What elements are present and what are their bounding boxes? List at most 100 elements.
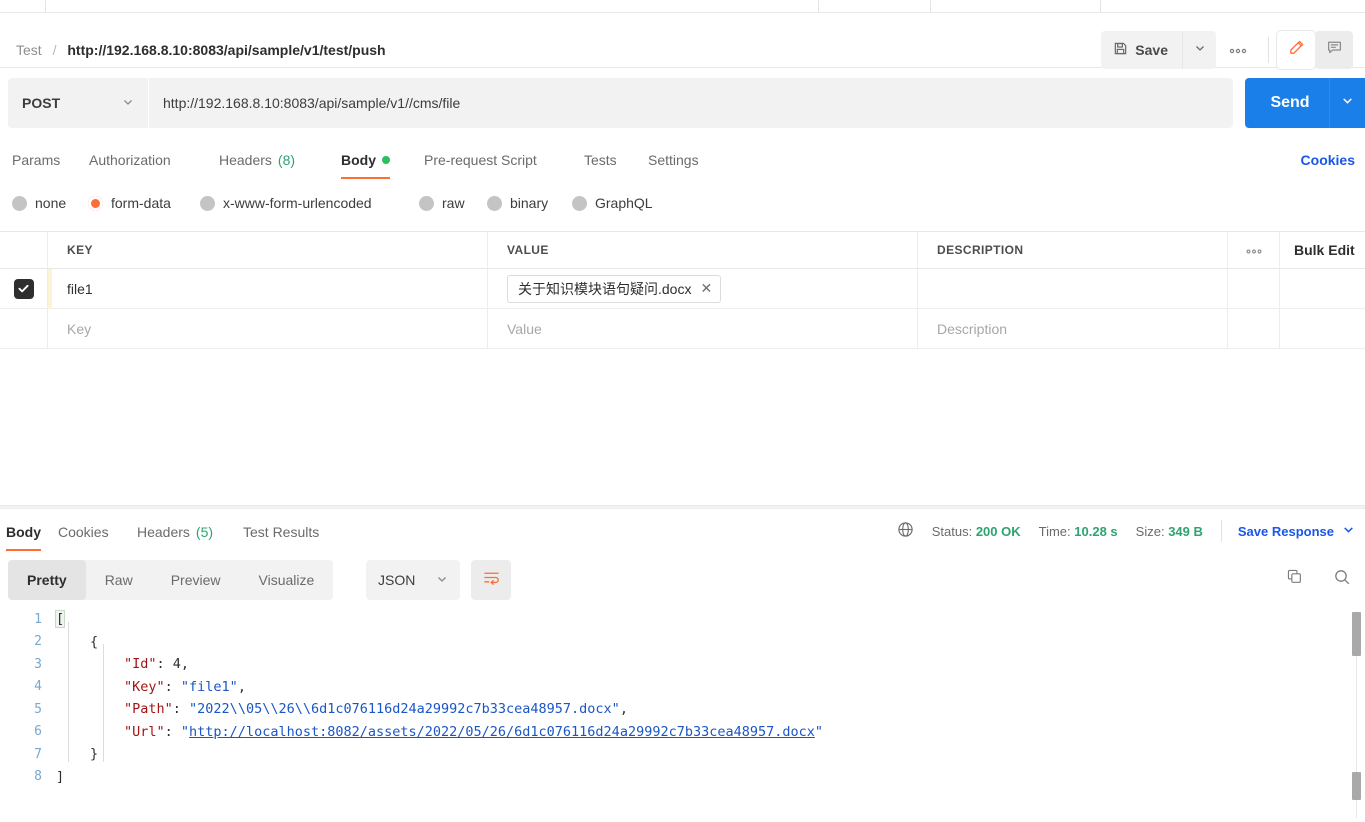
tab-label: Tests xyxy=(584,151,617,168)
radio-icon-selected xyxy=(88,195,103,211)
row-checkbox-cell xyxy=(0,269,48,308)
code-line: 8] xyxy=(0,766,1365,789)
breadcrumb: Test / http://192.168.8.10:8083/api/samp… xyxy=(16,41,386,59)
row-key[interactable]: file1 xyxy=(48,269,488,308)
url-input[interactable]: http://192.168.8.10:8083/api/sample/v1//… xyxy=(149,78,1233,128)
response-body-code[interactable]: 1[2{3 "Id": 4, 4 "Key": "file1", 5 "Path": "2… xyxy=(0,608,1365,822)
response-format-select[interactable]: JSON xyxy=(366,560,460,600)
time-label: Time: xyxy=(1038,523,1071,539)
tab-tests[interactable]: Tests xyxy=(584,140,617,179)
ellipsis-icon xyxy=(1229,41,1247,59)
new-row-key-input[interactable]: Key xyxy=(48,309,488,348)
word-wrap-toggle[interactable] xyxy=(471,560,511,600)
breadcrumb-folder[interactable]: Test xyxy=(16,42,42,58)
line-number: 1 xyxy=(34,611,42,627)
row-description[interactable] xyxy=(918,269,1228,308)
response-tab-headers[interactable]: Headers (5) xyxy=(137,512,213,551)
table-row[interactable]: file1 关于知识模块语句疑问.docx ✕ xyxy=(0,269,1365,309)
body-type-raw[interactable]: raw xyxy=(419,186,465,220)
code-token: [ xyxy=(56,611,65,628)
time-text: Time: 10.28 s xyxy=(1039,524,1118,539)
tab-label: Test Results xyxy=(243,523,320,540)
code-token[interactable]: http://localhost:8082/assets/2022/05/26/… xyxy=(189,724,815,740)
tab-params[interactable]: Params xyxy=(12,140,60,179)
radio-icon xyxy=(572,195,587,211)
meta-divider xyxy=(1220,520,1222,542)
breadcrumb-separator: / xyxy=(52,42,57,58)
body-type-label: none xyxy=(35,195,67,211)
table-options-button[interactable] xyxy=(1228,232,1280,268)
new-row-description-input[interactable]: Description xyxy=(918,309,1228,348)
tab-label: Headers xyxy=(219,151,272,168)
http-method-select[interactable]: POST xyxy=(8,78,148,128)
save-response-button[interactable]: Save Response xyxy=(1238,523,1355,539)
code-line: 2{ xyxy=(0,631,1365,654)
view-mode-preview[interactable]: Preview xyxy=(152,560,240,600)
selected-file-chip[interactable]: 关于知识模块语句疑问.docx ✕ xyxy=(507,274,722,303)
view-mode-visualize[interactable]: Visualize xyxy=(240,560,334,600)
row-enabled-checkbox[interactable] xyxy=(13,278,34,299)
more-actions-button[interactable] xyxy=(1216,31,1260,69)
response-tab-body[interactable]: Body xyxy=(6,512,41,551)
breadcrumb-request-name[interactable]: http://192.168.8.10:8083/api/sample/v1/t… xyxy=(67,42,385,58)
response-pane-splitter[interactable] xyxy=(0,505,1365,509)
line-number: 5 xyxy=(34,701,42,717)
row-value-cell[interactable]: 关于知识模块语句疑问.docx ✕ xyxy=(488,269,918,308)
send-button[interactable]: Send xyxy=(1245,78,1365,128)
globe-icon xyxy=(897,521,914,541)
search-icon xyxy=(1333,568,1351,591)
close-icon[interactable]: ✕ xyxy=(700,280,712,297)
cookies-link[interactable]: Cookies xyxy=(1301,140,1355,179)
code-line: 3 "Id": 4, xyxy=(0,653,1365,676)
scrollbar-thumb[interactable] xyxy=(1352,612,1361,656)
comments-button[interactable] xyxy=(1315,31,1353,69)
save-button[interactable]: Save xyxy=(1101,31,1182,69)
tab-label: Cookies xyxy=(58,523,109,540)
row-active-indicator xyxy=(48,269,52,309)
code-token: , xyxy=(237,678,246,695)
breadcrumb-bar: Test / http://192.168.8.10:8083/api/samp… xyxy=(0,13,1365,69)
header-description: DESCRIPTION xyxy=(918,232,1228,268)
new-row-value-input[interactable]: Value xyxy=(488,309,918,348)
edit-mode-button[interactable] xyxy=(1277,31,1315,69)
body-type-none[interactable]: none xyxy=(12,186,66,220)
tab-headers[interactable]: Headers (8) xyxy=(219,140,295,179)
view-mode-pretty[interactable]: Pretty xyxy=(8,560,86,600)
selected-file-name: 关于知识模块语句疑问.docx xyxy=(518,280,692,297)
response-tab-test-results[interactable]: Test Results xyxy=(243,512,319,551)
size-value: 349 B xyxy=(1168,523,1203,539)
code-token: : xyxy=(164,678,181,695)
bulk-edit-button[interactable]: Bulk Edit xyxy=(1280,232,1365,268)
body-type-x-www-form-urlencoded[interactable]: x-www-form-urlencoded xyxy=(200,186,372,220)
body-type-graphql[interactable]: GraphQL xyxy=(572,186,653,220)
tab-body[interactable]: Body xyxy=(341,140,390,179)
code-line-text: { xyxy=(56,634,98,650)
code-scrollbar[interactable] xyxy=(1352,612,1362,818)
save-response-label: Save Response xyxy=(1237,523,1334,539)
code-token: : xyxy=(164,723,181,740)
response-meta: Status: 200 OK Time: 10.28 s Size: 349 B… xyxy=(897,512,1355,550)
body-type-binary[interactable]: binary xyxy=(487,186,548,220)
view-mode-raw[interactable]: Raw xyxy=(86,560,152,600)
tab-label: Authorization xyxy=(89,151,171,168)
code-token: " xyxy=(180,723,190,740)
code-line-text: ] xyxy=(56,769,64,785)
save-options-button[interactable] xyxy=(1182,31,1216,69)
tab-authorization[interactable]: Authorization xyxy=(89,140,171,179)
window-tab-strip xyxy=(0,0,1365,13)
body-type-label: form-data xyxy=(111,195,171,211)
copy-response-button[interactable] xyxy=(1277,562,1311,596)
table-new-row[interactable]: Key Value Description xyxy=(0,309,1365,349)
body-type-form-data[interactable]: form-data xyxy=(88,186,171,220)
send-options-button[interactable] xyxy=(1329,78,1365,128)
tab-settings[interactable]: Settings xyxy=(648,140,699,179)
response-tab-cookies[interactable]: Cookies xyxy=(58,512,109,551)
header-checkbox-cell xyxy=(0,232,48,268)
tab-pre-request-script[interactable]: Pre-request Script xyxy=(424,140,537,179)
response-format-value: JSON xyxy=(378,572,416,588)
search-response-button[interactable] xyxy=(1325,562,1359,596)
ellipsis-icon xyxy=(1246,241,1262,259)
size-label: Size: xyxy=(1135,523,1165,539)
status-value: 200 OK xyxy=(975,523,1021,539)
table-header-row: KEY VALUE DESCRIPTION Bulk Edit xyxy=(0,231,1365,269)
